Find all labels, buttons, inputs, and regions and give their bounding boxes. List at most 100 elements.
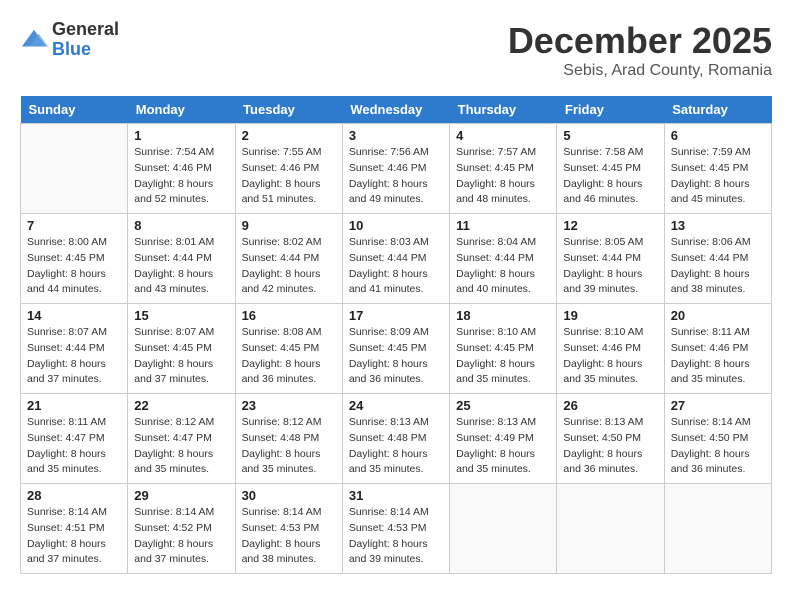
day-number: 8: [134, 218, 228, 233]
calendar-day-cell: 19 Sunrise: 8:10 AMSunset: 4:46 PMDayligh…: [557, 304, 664, 394]
day-number: 19: [563, 308, 657, 323]
day-info: Sunrise: 8:14 AMSunset: 4:52 PMDaylight:…: [134, 505, 228, 568]
day-number: 17: [349, 308, 443, 323]
day-number: 14: [27, 308, 121, 323]
logo-blue-label: Blue: [52, 40, 119, 60]
day-number: 12: [563, 218, 657, 233]
day-number: 27: [671, 398, 765, 413]
calendar-day-cell: 20 Sunrise: 8:11 AMSunset: 4:46 PMDayligh…: [664, 304, 771, 394]
day-number: 31: [349, 488, 443, 503]
day-info: Sunrise: 8:07 AMSunset: 4:45 PMDaylight:…: [134, 325, 228, 388]
day-number: 1: [134, 128, 228, 143]
day-info: Sunrise: 7:59 AMSunset: 4:45 PMDaylight:…: [671, 145, 765, 208]
day-info: Sunrise: 8:05 AMSunset: 4:44 PMDaylight:…: [563, 235, 657, 298]
day-number: 9: [242, 218, 336, 233]
logo-text: General Blue: [52, 20, 119, 60]
calendar-day-cell: [450, 484, 557, 574]
calendar-day-cell: 30Sunrise: 8:14 AMSunset: 4:53 PMDayligh…: [235, 484, 342, 574]
day-info: Sunrise: 7:57 AMSunset: 4:45 PMDaylight:…: [456, 145, 550, 208]
day-number: 3: [349, 128, 443, 143]
calendar-day-cell: 15 Sunrise: 8:07 AMSunset: 4:45 PMDayligh…: [128, 304, 235, 394]
day-number: 18: [456, 308, 550, 323]
calendar-week-row: 7 Sunrise: 8:00 AMSunset: 4:45 PMDaylight…: [21, 214, 772, 304]
day-info: Sunrise: 8:09 AMSunset: 4:45 PMDaylight:…: [349, 325, 443, 388]
month-title: December 2025: [508, 20, 772, 62]
day-info: Sunrise: 8:03 AMSunset: 4:44 PMDaylight:…: [349, 235, 443, 298]
day-info: Sunrise: 8:00 AMSunset: 4:45 PMDaylight:…: [27, 235, 121, 298]
day-info: Sunrise: 8:11 AMSunset: 4:46 PMDaylight:…: [671, 325, 765, 388]
weekday-header-monday: Monday: [128, 96, 235, 124]
calendar-day-cell: 16Sunrise: 8:08 AMSunset: 4:45 PMDayligh…: [235, 304, 342, 394]
weekday-header-saturday: Saturday: [664, 96, 771, 124]
calendar-day-cell: 8 Sunrise: 8:01 AMSunset: 4:44 PMDaylight…: [128, 214, 235, 304]
weekday-header-thursday: Thursday: [450, 96, 557, 124]
calendar-week-row: 28 Sunrise: 8:14 AMSunset: 4:51 PMDayligh…: [21, 484, 772, 574]
day-info: Sunrise: 8:02 AMSunset: 4:44 PMDaylight:…: [242, 235, 336, 298]
day-info: Sunrise: 8:14 AMSunset: 4:53 PMDaylight:…: [242, 505, 336, 568]
day-number: 15: [134, 308, 228, 323]
calendar-day-cell: 17 Sunrise: 8:09 AMSunset: 4:45 PMDayligh…: [342, 304, 449, 394]
calendar-day-cell: 4 Sunrise: 7:57 AMSunset: 4:45 PMDaylight…: [450, 124, 557, 214]
calendar-week-row: 14Sunrise: 8:07 AMSunset: 4:44 PMDayligh…: [21, 304, 772, 394]
calendar-day-cell: 26 Sunrise: 8:13 AMSunset: 4:50 PMDayligh…: [557, 394, 664, 484]
day-number: 28: [27, 488, 121, 503]
logo-general-label: General: [52, 20, 119, 40]
weekday-header-tuesday: Tuesday: [235, 96, 342, 124]
day-info: Sunrise: 7:54 AMSunset: 4:46 PMDaylight:…: [134, 145, 228, 208]
calendar-day-cell: 18 Sunrise: 8:10 AMSunset: 4:45 PMDayligh…: [450, 304, 557, 394]
calendar-day-cell: 28 Sunrise: 8:14 AMSunset: 4:51 PMDayligh…: [21, 484, 128, 574]
day-info: Sunrise: 8:12 AMSunset: 4:48 PMDaylight:…: [242, 415, 336, 478]
day-number: 29: [134, 488, 228, 503]
calendar-day-cell: 1 Sunrise: 7:54 AMSunset: 4:46 PMDaylight…: [128, 124, 235, 214]
calendar-day-cell: 7 Sunrise: 8:00 AMSunset: 4:45 PMDaylight…: [21, 214, 128, 304]
day-info: Sunrise: 8:01 AMSunset: 4:44 PMDaylight:…: [134, 235, 228, 298]
calendar-day-cell: 12 Sunrise: 8:05 AMSunset: 4:44 PMDayligh…: [557, 214, 664, 304]
day-number: 11: [456, 218, 550, 233]
calendar-day-cell: 23 Sunrise: 8:12 AMSunset: 4:48 PMDayligh…: [235, 394, 342, 484]
weekday-header-sunday: Sunday: [21, 96, 128, 124]
title-area: December 2025 Sebis, Arad County, Romani…: [508, 20, 772, 80]
day-number: 2: [242, 128, 336, 143]
day-number: 21: [27, 398, 121, 413]
day-number: 13: [671, 218, 765, 233]
day-number: 20: [671, 308, 765, 323]
day-number: 10: [349, 218, 443, 233]
day-info: Sunrise: 8:10 AMSunset: 4:46 PMDaylight:…: [563, 325, 657, 388]
calendar-day-cell: 24Sunrise: 8:13 AMSunset: 4:48 PMDayligh…: [342, 394, 449, 484]
calendar-day-cell: [557, 484, 664, 574]
day-info: Sunrise: 7:58 AMSunset: 4:45 PMDaylight:…: [563, 145, 657, 208]
calendar-week-row: 21Sunrise: 8:11 AMSunset: 4:47 PMDayligh…: [21, 394, 772, 484]
calendar-day-cell: 29 Sunrise: 8:14 AMSunset: 4:52 PMDayligh…: [128, 484, 235, 574]
calendar-day-cell: 6Sunrise: 7:59 AMSunset: 4:45 PMDaylight…: [664, 124, 771, 214]
calendar-day-cell: [21, 124, 128, 214]
location-title: Sebis, Arad County, Romania: [508, 62, 772, 80]
day-number: 26: [563, 398, 657, 413]
day-number: 23: [242, 398, 336, 413]
calendar-day-cell: 13 Sunrise: 8:06 AMSunset: 4:44 PMDayligh…: [664, 214, 771, 304]
day-info: Sunrise: 8:10 AMSunset: 4:45 PMDaylight:…: [456, 325, 550, 388]
day-info: Sunrise: 7:55 AMSunset: 4:46 PMDaylight:…: [242, 145, 336, 208]
calendar-day-cell: 27Sunrise: 8:14 AMSunset: 4:50 PMDayligh…: [664, 394, 771, 484]
calendar-day-cell: 2 Sunrise: 7:55 AMSunset: 4:46 PMDaylight…: [235, 124, 342, 214]
day-info: Sunrise: 7:56 AMSunset: 4:46 PMDaylight:…: [349, 145, 443, 208]
weekday-header-friday: Friday: [557, 96, 664, 124]
calendar-day-cell: 22Sunrise: 8:12 AMSunset: 4:47 PMDayligh…: [128, 394, 235, 484]
weekday-header-row: SundayMondayTuesdayWednesdayThursdayFrid…: [21, 96, 772, 124]
calendar-week-row: 1 Sunrise: 7:54 AMSunset: 4:46 PMDaylight…: [21, 124, 772, 214]
day-info: Sunrise: 8:13 AMSunset: 4:49 PMDaylight:…: [456, 415, 550, 478]
day-info: Sunrise: 8:06 AMSunset: 4:44 PMDaylight:…: [671, 235, 765, 298]
day-info: Sunrise: 8:13 AMSunset: 4:48 PMDaylight:…: [349, 415, 443, 478]
day-info: Sunrise: 8:14 AMSunset: 4:51 PMDaylight:…: [27, 505, 121, 568]
logo: General Blue: [20, 20, 119, 60]
calendar-table: SundayMondayTuesdayWednesdayThursdayFrid…: [20, 96, 772, 574]
calendar-day-cell: 14Sunrise: 8:07 AMSunset: 4:44 PMDayligh…: [21, 304, 128, 394]
day-number: 4: [456, 128, 550, 143]
day-info: Sunrise: 8:08 AMSunset: 4:45 PMDaylight:…: [242, 325, 336, 388]
calendar-day-cell: 21Sunrise: 8:11 AMSunset: 4:47 PMDayligh…: [21, 394, 128, 484]
calendar-day-cell: 25 Sunrise: 8:13 AMSunset: 4:49 PMDayligh…: [450, 394, 557, 484]
day-info: Sunrise: 8:13 AMSunset: 4:50 PMDaylight:…: [563, 415, 657, 478]
day-number: 25: [456, 398, 550, 413]
page-header: General Blue December 2025 Sebis, Arad C…: [20, 20, 772, 80]
day-number: 7: [27, 218, 121, 233]
logo-icon: [20, 26, 48, 54]
